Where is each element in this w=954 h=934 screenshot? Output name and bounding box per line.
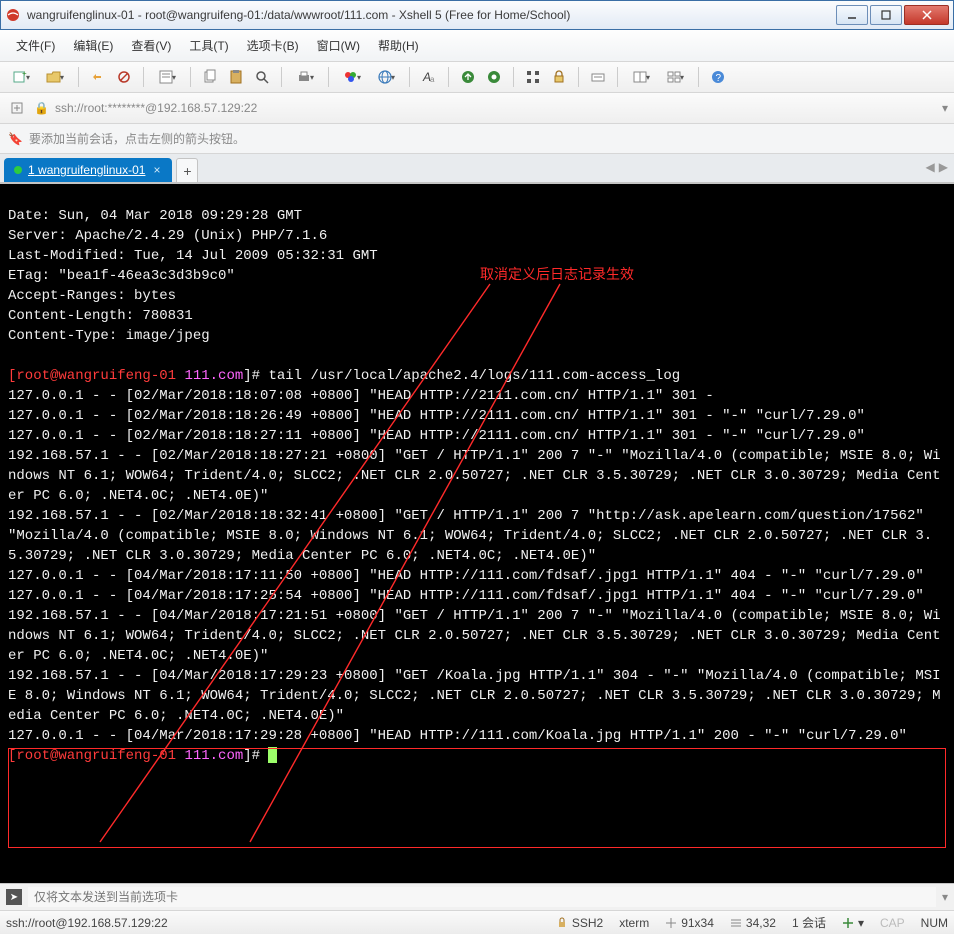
menu-tools[interactable]: 工具(T) (181, 34, 236, 57)
cursor-icon (268, 747, 277, 763)
open-session-button[interactable]: ▾ (40, 66, 70, 88)
help-button[interactable]: ? (707, 66, 729, 88)
term-header-line: Accept-Ranges: bytes (8, 288, 176, 304)
term-header-line: Content-Length: 780831 (8, 308, 193, 324)
log-line: 127.0.0.1 - - [02/Mar/2018:18:26:49 +080… (8, 408, 865, 424)
address-dropdown[interactable]: ▾ (942, 101, 948, 115)
status-bar: ssh://root@192.168.57.129:22 SSH2 xterm … (0, 910, 954, 934)
tab-prev-button[interactable]: ◀ (926, 160, 935, 174)
paste-button[interactable] (225, 66, 247, 88)
term-header-line: Content-Type: image/jpeg (8, 328, 210, 344)
menu-edit[interactable]: 编辑(E) (65, 34, 121, 57)
status-term-type: xterm (619, 916, 649, 930)
print-button[interactable]: ▾ (290, 66, 320, 88)
prompt-user: [root@wangruifeng-01 (8, 368, 184, 384)
layout-h-button[interactable]: ▾ (626, 66, 656, 88)
status-caps: CAP (880, 916, 905, 930)
font-button[interactable]: Aa (418, 66, 440, 88)
log-line-boxed: 127.0.0.1 - - [04/Mar/2018:17:29:28 +080… (8, 728, 907, 744)
send-icon[interactable]: ➤ (6, 889, 22, 905)
term-header-line: Last-Modified: Tue, 14 Jul 2009 05:32:31… (8, 248, 378, 264)
session-tab[interactable]: 1 wangruifenglinux-01 × (4, 158, 172, 182)
status-ssh: SSH2 (556, 916, 603, 930)
status-encoding-icon[interactable]: ▾ (842, 916, 864, 930)
lock-button[interactable] (548, 66, 570, 88)
status-connection: ssh://root@192.168.57.129:22 (6, 916, 168, 930)
status-sessions: 1 会话 (792, 914, 826, 931)
color-scheme-button[interactable]: ▾ (337, 66, 367, 88)
term-header-line: Date: Sun, 04 Mar 2018 09:29:28 GMT (8, 208, 302, 224)
layout-grid-button[interactable]: ▾ (660, 66, 690, 88)
menu-help[interactable]: 帮助(H) (370, 34, 427, 57)
find-button[interactable] (251, 66, 273, 88)
toolbar: +▾ ▾ ▾ ▾ ▾ ▾ Aa ▾ ▾ ? (0, 62, 954, 93)
properties-button[interactable]: ▾ (152, 66, 182, 88)
window-titlebar: wangruifenglinux-01 - root@wangruifeng-0… (0, 0, 954, 30)
annotation-text: 取消定义后日志记录生效 (480, 266, 634, 286)
bookmark-icon[interactable]: 🔖 (8, 132, 23, 146)
tab-bar: 1 wangruifenglinux-01 × + ◀ ▶ (0, 154, 954, 183)
log-line: 127.0.0.1 - - [02/Mar/2018:18:07:08 +080… (8, 388, 714, 404)
reconnect-button[interactable] (87, 66, 109, 88)
status-num: NUM (921, 916, 948, 930)
menu-tabs[interactable]: 选项卡(B) (239, 34, 307, 57)
tab-close-icon[interactable]: × (151, 163, 162, 177)
menu-view[interactable]: 查看(V) (123, 34, 179, 57)
menubar: 文件(F) 编辑(E) 查看(V) 工具(T) 选项卡(B) 窗口(W) 帮助(… (0, 30, 954, 62)
compose-input[interactable] (28, 887, 936, 907)
address-bar: 🔒 ssh://root:********@192.168.57.129:22 … (0, 93, 954, 124)
status-dot-icon (14, 166, 22, 174)
menu-file[interactable]: 文件(F) (8, 34, 63, 57)
copy-button[interactable] (199, 66, 221, 88)
compose-bar: ➤ ▾ (0, 883, 954, 910)
term-header-line: ETag: "bea1f-46ea3c3d3b9c0" (8, 268, 235, 284)
log-line: 192.168.57.1 - - [02/Mar/2018:18:32:41 +… (8, 508, 932, 564)
menu-window[interactable]: 窗口(W) (309, 34, 368, 57)
close-button[interactable] (904, 5, 949, 25)
tab-add-button[interactable]: + (176, 158, 198, 182)
new-session-button[interactable]: +▾ (6, 66, 36, 88)
log-line: 192.168.57.1 - - [02/Mar/2018:18:27:21 +… (8, 448, 941, 504)
app-icon (5, 7, 21, 23)
xagent-button[interactable] (483, 66, 505, 88)
lock-icon: 🔒 (34, 101, 49, 115)
tab-next-button[interactable]: ▶ (939, 160, 948, 174)
window-title: wangruifenglinux-01 - root@wangruifeng-0… (27, 8, 834, 22)
log-line: 192.168.57.1 - - [04/Mar/2018:17:21:51 +… (8, 608, 941, 664)
address-text[interactable]: ssh://root:********@192.168.57.129:22 (55, 101, 936, 115)
compose-options[interactable]: ▾ (942, 890, 948, 904)
hint-text: 要添加当前会话，点击左侧的箭头按钮。 (29, 130, 245, 147)
encoding-button[interactable]: ▾ (371, 66, 401, 88)
log-line: 127.0.0.1 - - [02/Mar/2018:18:27:11 +080… (8, 428, 865, 444)
svg-text:a: a (430, 75, 435, 84)
prompt-user: [root@wangruifeng-01 (8, 748, 184, 764)
status-cursor-pos: 34,32 (730, 916, 776, 930)
hint-bar: 🔖 要添加当前会话，点击左侧的箭头按钮。 (0, 124, 954, 154)
keymap-button[interactable] (587, 66, 609, 88)
maximize-button[interactable] (870, 5, 902, 25)
svg-text:?: ? (716, 73, 722, 84)
log-line: 127.0.0.1 - - [04/Mar/2018:17:25:54 +080… (8, 588, 924, 604)
disconnect-button[interactable] (113, 66, 135, 88)
term-header-line: Server: Apache/2.4.29 (Unix) PHP/7.1.6 (8, 228, 327, 244)
fullscreen-button[interactable] (522, 66, 544, 88)
add-session-icon[interactable] (6, 97, 28, 119)
terminal[interactable]: Date: Sun, 04 Mar 2018 09:29:28 GMT Serv… (0, 183, 954, 883)
xftp-button[interactable] (457, 66, 479, 88)
status-size: 91x34 (665, 916, 714, 930)
log-line-boxed: 192.168.57.1 - - [04/Mar/2018:17:29:23 +… (8, 668, 941, 724)
log-line: 127.0.0.1 - - [04/Mar/2018:17:11:50 +080… (8, 568, 924, 584)
minimize-button[interactable] (836, 5, 868, 25)
